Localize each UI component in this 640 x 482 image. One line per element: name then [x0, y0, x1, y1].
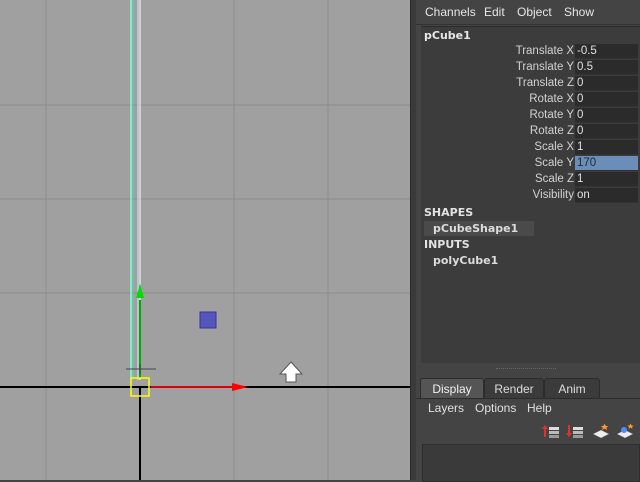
menu-edit[interactable]: Edit	[484, 5, 505, 19]
channel-box: pCube1 Translate X -0.5 Translate Y 0.5 …	[421, 26, 640, 363]
move-z-handle[interactable]	[199, 311, 217, 329]
move-x-handle[interactable]	[151, 383, 248, 391]
attr-row-scale-x[interactable]: Scale X 1	[421, 140, 640, 156]
tab-divider	[416, 398, 640, 399]
attr-label[interactable]: Rotate Z	[530, 125, 574, 137]
attr-row-rotate-z[interactable]: Rotate Z 0	[421, 124, 640, 140]
attr-label[interactable]: Scale X	[534, 141, 574, 153]
attr-value-field[interactable]: 0	[575, 76, 638, 91]
selected-object-wireframe[interactable]	[130, 0, 141, 380]
tab-anim[interactable]: Anim	[544, 378, 600, 399]
attr-row-rotate-y[interactable]: Rotate Y 0	[421, 108, 640, 124]
tab-render[interactable]: Render	[484, 378, 544, 399]
attr-row-visibility[interactable]: Visibility on	[421, 188, 640, 204]
attr-value-field[interactable]: 0	[575, 124, 638, 139]
menu-channels[interactable]: Channels	[425, 5, 476, 19]
attr-value-field[interactable]: 1	[575, 140, 638, 155]
attr-label[interactable]: Scale Z	[535, 173, 574, 185]
attr-row-scale-y[interactable]: Scale Y 170	[421, 156, 640, 172]
inputs-heading: INPUTS	[424, 238, 470, 251]
new-layer-icon[interactable]	[592, 423, 610, 439]
move-layer-down-icon[interactable]	[566, 423, 584, 439]
attr-value-field[interactable]: 0	[575, 108, 638, 123]
attr-row-translate-z[interactable]: Translate Z 0	[421, 76, 640, 92]
attr-label[interactable]: Translate X	[516, 45, 574, 57]
move-layer-up-icon[interactable]	[542, 423, 560, 439]
attr-row-translate-x[interactable]: Translate X -0.5	[421, 44, 640, 60]
viewport-canvas[interactable]	[0, 0, 410, 480]
attr-row-scale-z[interactable]: Scale Z 1	[421, 172, 640, 188]
shape-node-item[interactable]: pCubeShape1	[424, 221, 534, 236]
panel-resize-grip[interactable]	[416, 366, 640, 374]
attr-label[interactable]: Visibility	[533, 189, 574, 201]
attr-row-translate-y[interactable]: Translate Y 0.5	[421, 60, 640, 76]
input-node-item[interactable]: polyCube1	[424, 253, 634, 268]
channel-box-panel: Channels Edit Object Show pCube1 Transla…	[416, 0, 640, 366]
attr-label[interactable]: Scale Y	[535, 157, 574, 169]
attr-label[interactable]: Translate Y	[516, 61, 574, 73]
channel-box-menubar: Channels Edit Object Show	[416, 0, 640, 25]
layer-list[interactable]	[422, 444, 640, 482]
view-compass-icon[interactable]	[278, 361, 304, 383]
viewport-3d[interactable]	[0, 0, 410, 480]
grid	[0, 0, 410, 480]
menu-help[interactable]: Help	[527, 401, 552, 415]
attr-value-field[interactable]: on	[575, 188, 638, 203]
attr-value-field[interactable]: -0.5	[575, 44, 638, 59]
menu-show[interactable]: Show	[564, 5, 594, 19]
menu-options[interactable]: Options	[475, 401, 516, 415]
menu-object[interactable]: Object	[517, 5, 552, 19]
shapes-heading: SHAPES	[424, 206, 474, 219]
attr-value-field[interactable]: 0	[575, 92, 638, 107]
attr-value-field[interactable]: 0.5	[575, 60, 638, 75]
layer-editor: Display Render Anim Layers Options Help	[416, 374, 640, 482]
node-name[interactable]: pCube1	[424, 29, 471, 42]
attr-label[interactable]: Rotate Y	[529, 109, 574, 121]
attr-label[interactable]: Translate Z	[516, 77, 574, 89]
attr-value-field[interactable]: 1	[575, 172, 638, 187]
attr-value-field-selected[interactable]: 170	[575, 156, 638, 171]
menu-layers[interactable]: Layers	[428, 401, 464, 415]
attr-label[interactable]: Rotate X	[529, 93, 574, 105]
tab-display[interactable]: Display	[420, 378, 484, 399]
new-layer-from-selection-icon[interactable]	[616, 423, 634, 439]
attr-row-rotate-x[interactable]: Rotate X 0	[421, 92, 640, 108]
